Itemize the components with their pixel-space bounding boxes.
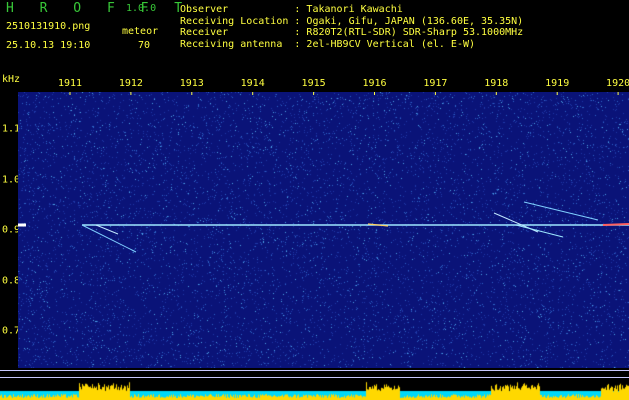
- info-row: Receiver : R820T2(RTL-SDR) SDR-Sharp 53.…: [180, 27, 523, 39]
- meteor-label: meteor: [122, 26, 159, 37]
- info-key: Receiving Location: [180, 15, 295, 27]
- x-tick-label: 1920: [606, 78, 629, 89]
- info-value: : Ogaki, Gifu, JAPAN (136.60E, 35.35N): [294, 15, 524, 27]
- meteor-streak: [523, 201, 599, 221]
- x-tick-label: 1918: [484, 78, 509, 89]
- activity-strip: [0, 378, 629, 400]
- x-tick-label: 1917: [423, 78, 448, 89]
- date-time: 25.10.13 19:10: [6, 40, 91, 51]
- separator-line: [0, 370, 629, 371]
- info-key: Observer: [180, 4, 295, 15]
- header: H R O F F T 1.0.0 2510131910.png 25.10.1…: [0, 0, 629, 76]
- x-tick-label: 1915: [301, 78, 326, 89]
- x-axis: 1911 1912 1913 1914 1915 1916 1917 1918 1919 1920: [0, 78, 629, 92]
- x-tick-label: 1914: [240, 78, 265, 89]
- info-key: Receiver: [180, 27, 295, 38]
- meteor-streak: [81, 224, 137, 253]
- x-tick-label: 1919: [545, 78, 570, 89]
- file-name: 2510131910.png: [6, 21, 91, 32]
- info-row: Receiving Location : Ogaki, Gifu, JAPAN …: [180, 16, 523, 28]
- spectrogram-overlay: [18, 92, 629, 253]
- x-tick-label: 1913: [179, 78, 204, 89]
- activity-bars: [0, 378, 629, 400]
- app-logo: H R O F F T: [6, 1, 192, 16]
- app-version: 1.0.0: [126, 3, 157, 14]
- info-row: Observer : Takanori Kawachi: [180, 4, 523, 16]
- info-value: : Takanori Kawachi: [294, 4, 403, 15]
- info-key: Receiving antenna: [180, 38, 295, 50]
- x-tick-label: 1912: [118, 78, 143, 89]
- station-info: Observer : Takanori Kawachi Receiving Loc…: [180, 4, 523, 50]
- meteor-streak: [95, 224, 119, 235]
- meteor-streak: [602, 223, 629, 226]
- info-row: Receiving antenna : 2el-HB9CV Vertical (…: [180, 39, 523, 51]
- x-tick-label: 1911: [57, 78, 83, 89]
- info-value: : 2el-HB9CV Vertical (el. E-W): [294, 38, 476, 50]
- info-value: : R820T2(RTL-SDR) SDR-Sharp 53.1000MHz: [294, 27, 524, 38]
- x-tick-label: 1916: [362, 78, 387, 89]
- meteor-streak: [515, 224, 564, 238]
- meteor-count: 70: [138, 40, 151, 51]
- spectrogram-plot: [18, 92, 629, 368]
